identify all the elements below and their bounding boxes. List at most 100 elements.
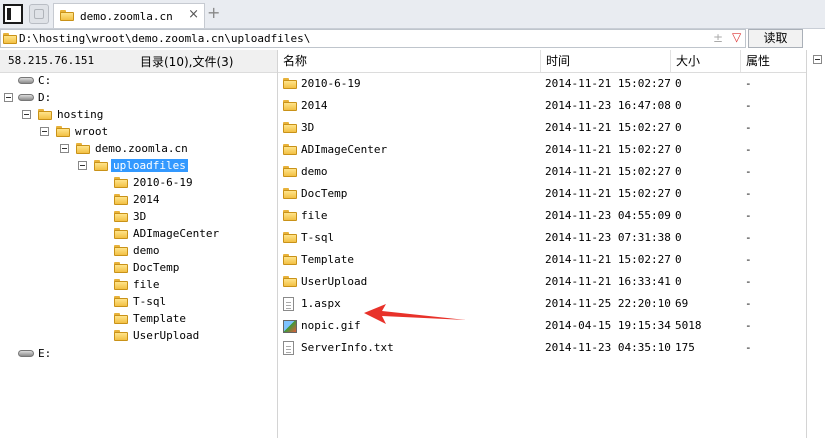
table-row[interactable]: ServerInfo.txt 2014-11-23 04:35:10 175 -: [278, 337, 806, 359]
folder-icon: [114, 245, 128, 256]
tree-node-site[interactable]: demo.zoomla.cn: [0, 141, 200, 157]
address-field[interactable]: D:\hosting\wroot\demo.zoomla.cn\uploadfi…: [0, 29, 746, 48]
tree-label: file: [133, 278, 160, 291]
tab-bar: demo.zoomla.cn × +: [0, 0, 825, 29]
table-row[interactable]: 1.aspx 2014-11-25 22:20:10 69 -: [278, 293, 806, 315]
address-bar: D:\hosting\wroot\demo.zoomla.cn\uploadfi…: [0, 29, 825, 49]
table-row[interactable]: nopic.gif 2014-04-15 19:15:34 5018 -: [278, 315, 806, 337]
close-icon[interactable]: ×: [188, 7, 199, 22]
table-row[interactable]: T-sql 2014-11-23 07:31:38 0 -: [278, 227, 806, 249]
folder-icon: [114, 296, 128, 307]
tab-title: demo.zoomla.cn: [80, 10, 173, 23]
tree-label: DocTemp: [133, 261, 180, 274]
table-row[interactable]: ADImageCenter 2014-11-21 15:02:27 0 -: [278, 139, 806, 161]
folder-icon: [60, 10, 74, 21]
cell-name: 3D: [301, 121, 315, 134]
tree-node-child[interactable]: 2010-6-19: [0, 175, 230, 191]
folder-icon: [283, 254, 297, 265]
table-row[interactable]: 3D 2014-11-21 15:02:27 0 -: [278, 117, 806, 139]
tree-label: Template: [133, 312, 186, 325]
tree-node-child[interactable]: T-sql: [0, 294, 230, 310]
folder-icon: [114, 177, 128, 188]
cell-attr: -: [745, 165, 752, 178]
table-row[interactable]: DocTemp 2014-11-21 15:02:27 0 -: [278, 183, 806, 205]
tree-node-child[interactable]: Template: [0, 311, 230, 327]
server-ip: 58.215.76.151: [8, 54, 95, 67]
folder-icon: [114, 262, 128, 273]
tree-node-child[interactable]: ADImageCenter: [0, 226, 230, 242]
blank-tab-icon[interactable]: [29, 4, 49, 24]
plus-minus-icon[interactable]: ±: [713, 31, 723, 45]
tab-site[interactable]: demo.zoomla.cn ×: [53, 3, 205, 28]
folder-icon: [56, 126, 70, 137]
tree-drive-c[interactable]: C:: [0, 73, 100, 89]
table-row[interactable]: Template 2014-11-21 15:02:27 0 -: [278, 249, 806, 271]
cell-size: 0: [675, 165, 682, 178]
table-row[interactable]: 2014 2014-11-23 16:47:08 0 -: [278, 95, 806, 117]
tree-label: UserUpload: [133, 329, 200, 342]
pane-divider-right[interactable]: [806, 50, 807, 438]
arrow-annotation: [364, 304, 466, 324]
cell-attr: -: [745, 77, 752, 90]
folder-icon: [38, 109, 52, 120]
cell-attr: -: [745, 209, 752, 222]
tree-node-child[interactable]: 3D: [0, 209, 230, 225]
folder-icon: [114, 194, 128, 205]
tree-node-child[interactable]: UserUpload: [0, 328, 230, 344]
collapse-icon[interactable]: [4, 93, 13, 102]
column-name[interactable]: 名称: [278, 50, 541, 72]
collapse-icon[interactable]: [40, 127, 49, 136]
folder-icon: [114, 279, 128, 290]
sidebar-toggle-icon[interactable]: [3, 4, 23, 24]
cell-attr: -: [745, 99, 752, 112]
tree-drive-d[interactable]: D:: [0, 90, 100, 106]
column-time[interactable]: 时间: [541, 50, 671, 72]
cell-time: 2014-11-21 15:02:27: [545, 165, 671, 178]
cell-size: 0: [675, 143, 682, 156]
cell-name: Template: [301, 253, 354, 266]
cell-time: 2014-11-25 22:20:10: [545, 297, 671, 310]
folder-icon: [283, 144, 297, 155]
cell-name: ServerInfo.txt: [301, 341, 394, 354]
cell-attr: -: [745, 121, 752, 134]
collapse-icon[interactable]: [78, 161, 87, 170]
table-row[interactable]: file 2014-11-23 04:55:09 0 -: [278, 205, 806, 227]
tree-drive-e[interactable]: E:: [0, 346, 100, 362]
read-button[interactable]: 读取: [748, 29, 803, 48]
tree-node-hosting[interactable]: hosting: [0, 107, 140, 123]
cell-size: 0: [675, 187, 682, 200]
tree-node-child[interactable]: demo: [0, 243, 230, 259]
tree-label: hosting: [57, 108, 104, 121]
table-row[interactable]: 2010-6-19 2014-11-21 15:02:27 0 -: [278, 73, 806, 95]
file-icon: [283, 297, 294, 311]
column-attr[interactable]: 属性: [741, 50, 806, 72]
new-tab-button[interactable]: +: [207, 5, 220, 21]
tree-node-child[interactable]: DocTemp: [0, 260, 230, 276]
chevron-down-icon[interactable]: ▽: [732, 30, 741, 44]
tree-node-child[interactable]: 2014: [0, 192, 230, 208]
tree-node-child[interactable]: file: [0, 277, 230, 293]
table-row[interactable]: demo 2014-11-21 15:02:27 0 -: [278, 161, 806, 183]
tree-node-uploadfiles[interactable]: uploadfiles: [0, 158, 200, 174]
collapse-icon[interactable]: [813, 55, 822, 64]
cell-size: 69: [675, 297, 689, 310]
table-row[interactable]: UserUpload 2014-11-21 16:33:41 0 -: [278, 271, 806, 293]
collapse-icon[interactable]: [22, 110, 31, 119]
cell-time: 2014-11-21 15:02:27: [545, 253, 671, 266]
cell-name: T-sql: [301, 231, 335, 244]
collapse-icon[interactable]: [60, 144, 69, 153]
folder-icon: [114, 330, 128, 341]
tree-label: uploadfiles: [111, 159, 188, 172]
cell-attr: -: [745, 275, 752, 288]
open-folder-icon: [94, 160, 108, 171]
tree-node-wroot[interactable]: wroot: [0, 124, 140, 140]
folder-icon: [114, 228, 128, 239]
address-text[interactable]: D:\hosting\wroot\demo.zoomla.cn\uploadfi…: [19, 32, 310, 45]
folder-icon: [283, 210, 297, 221]
column-size[interactable]: 大小: [671, 50, 741, 72]
info-bar: 58.215.76.151 目录(10),文件(3): [0, 50, 278, 73]
cell-name: UserUpload: [301, 275, 368, 288]
cell-name: DocTemp: [301, 187, 348, 200]
cell-time: 2014-11-21 15:02:27: [545, 77, 671, 90]
list-header: 名称 时间 大小 属性: [278, 50, 806, 73]
